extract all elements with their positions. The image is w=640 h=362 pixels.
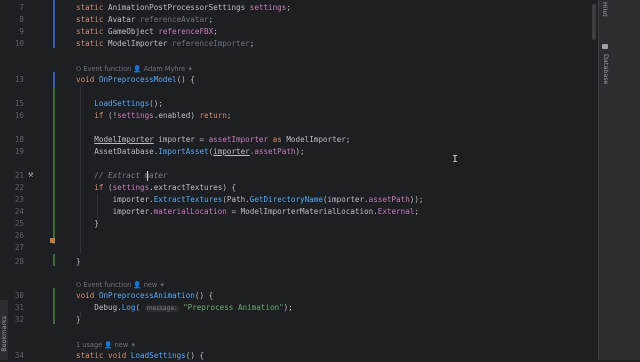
code-text[interactable]: static ModelImporter referenceImporter;	[76, 38, 254, 50]
line-number[interactable]: 23	[6, 194, 24, 206]
code-line[interactable]: 22 if (settings.extractTextures) {	[0, 182, 598, 194]
code-line[interactable]: 13 void OnPreprocessModel() {	[0, 74, 598, 86]
code-text[interactable]: static void LoadSettings() {	[76, 350, 204, 362]
line-number[interactable]: 8	[6, 14, 24, 26]
line-number[interactable]: 21	[6, 170, 24, 182]
code-line[interactable]: 31 Debug.Log( message: "Preprocess Anima…	[0, 302, 598, 314]
text-cursor-icon: I	[452, 154, 459, 165]
code-line[interactable]: 9 static GameObject referenceFBX;	[0, 26, 598, 38]
line-number[interactable]: 25	[6, 218, 24, 230]
code-text[interactable]: void OnPreprocessModel() {	[76, 74, 195, 86]
code-text[interactable]: ModelImporter importer = assetImporter a…	[76, 134, 350, 146]
database-icon[interactable]	[602, 44, 608, 49]
code-text[interactable]: if (settings.extractTextures) {	[76, 182, 236, 194]
code-text[interactable]: void OnPreprocessAnimation() {	[76, 290, 213, 302]
code-text[interactable]: // Extract mater	[76, 170, 167, 182]
line-number[interactable]: 30	[6, 290, 24, 302]
line-number[interactable]: 7	[6, 2, 24, 14]
code-line[interactable]: 28}	[0, 256, 598, 268]
code-text[interactable]: if (!settings.enabled) return;	[76, 110, 231, 122]
line-number[interactable]: 13	[6, 74, 24, 86]
line-number[interactable]: 15	[6, 98, 24, 110]
code-line[interactable]: 7 static AnimationPostProcessorSettings s…	[0, 2, 598, 14]
code-line[interactable]: 8 static Avatar referenceAvatar;	[0, 14, 598, 26]
code-text[interactable]: }	[76, 256, 81, 268]
code-text[interactable]: AssetDatabase.ImportAsset(importer.asset…	[76, 146, 304, 158]
database-tab[interactable]: Database	[602, 54, 610, 85]
text-caret	[147, 171, 148, 181]
code-line[interactable]: 27	[0, 242, 598, 254]
line-number[interactable]: 34	[6, 350, 24, 362]
inlay-hint[interactable]: ⭘ Event function 👤 new ✶	[76, 279, 165, 291]
line-number[interactable]: 16	[6, 110, 24, 122]
code-text[interactable]: }	[76, 314, 81, 326]
code-line[interactable]: 19 AssetDatabase.ImportAsset(importer.as…	[0, 146, 598, 158]
line-number[interactable]: 10	[6, 38, 24, 50]
code-line[interactable]: 18 ModelImporter importer = assetImporte…	[0, 134, 598, 146]
code-line[interactable]: 32}	[0, 314, 598, 326]
code-line[interactable]: 16 if (!settings.enabled) return;	[0, 110, 598, 122]
bookmarks-tool-strip[interactable]: Bookmarks	[0, 300, 8, 360]
inlay-hint[interactable]: ⭘ Event function 👤 Adam Myhre ✶	[76, 63, 193, 75]
right-tool-window-bar: Hilot Database	[598, 0, 640, 360]
line-number[interactable]: 22	[6, 182, 24, 194]
code-line[interactable]: 30 void OnPreprocessAnimation() {	[0, 290, 598, 302]
code-line[interactable]: 26	[0, 230, 598, 242]
line-number[interactable]: 27	[6, 242, 24, 254]
code-line[interactable]: 23 importer.ExtractTextures(Path.GetDire…	[0, 194, 598, 206]
code-text[interactable]: importer.ExtractTextures(Path.GetDirecto…	[76, 194, 424, 206]
line-number[interactable]: 24	[6, 206, 24, 218]
code-text[interactable]: static GameObject referenceFBX;	[76, 26, 218, 38]
code-line[interactable]: 15 LoadSettings();	[0, 98, 598, 110]
line-number[interactable]: 9	[6, 26, 24, 38]
code-editor[interactable]: ⚒ 7 static AnimationPostProcessorSettings…	[0, 0, 598, 360]
line-number[interactable]: 32	[6, 314, 24, 326]
inlay-hint[interactable]: 1 usage 👤 new ✶	[76, 339, 136, 351]
code-text[interactable]: static AnimationPostProcessorSettings se…	[76, 2, 291, 14]
code-text[interactable]: LoadSettings();	[76, 98, 163, 110]
code-line[interactable]: 24 importer.materialLocation = ModelImpo…	[0, 206, 598, 218]
line-number[interactable]: 31	[6, 302, 24, 314]
line-number[interactable]: 28	[6, 256, 24, 268]
line-number[interactable]: 26	[6, 230, 24, 242]
scrollbar-thumb[interactable]	[592, 4, 596, 40]
bookmarks-tab[interactable]: Bookmarks	[0, 316, 8, 352]
code-line[interactable]: 10 static ModelImporter referenceImporter…	[0, 38, 598, 50]
line-number[interactable]: 18	[6, 134, 24, 146]
code-text[interactable]: }	[76, 218, 99, 230]
code-text[interactable]: static Avatar referenceAvatar;	[76, 14, 213, 26]
code-text[interactable]: importer.materialLocation = ModelImporte…	[76, 206, 419, 218]
code-line[interactable]: 34 static void LoadSettings() {	[0, 350, 598, 362]
code-line[interactable]: 21 // Extract mater	[0, 170, 598, 182]
line-number[interactable]: 19	[6, 146, 24, 158]
vertical-scrollbar[interactable]	[590, 0, 598, 360]
code-line[interactable]: 25 }	[0, 218, 598, 230]
pilot-tab[interactable]: Hilot	[601, 2, 609, 17]
